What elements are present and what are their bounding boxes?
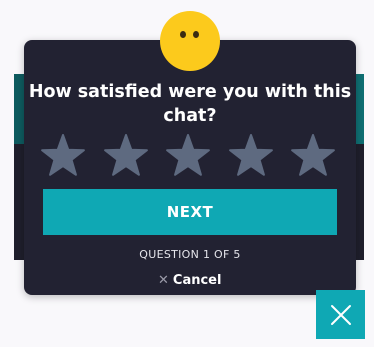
star-rating	[40, 132, 340, 178]
next-button[interactable]: NEXT	[43, 189, 337, 235]
question-progress: QUESTION 1 OF 5	[139, 248, 241, 261]
star-rating-5[interactable]	[290, 132, 336, 178]
star-icon	[166, 134, 210, 176]
close-icon: ✕	[158, 272, 169, 288]
cancel-button[interactable]: ✕ Cancel	[158, 271, 221, 289]
survey-question: How satisfied were you with this chat?	[28, 82, 352, 126]
star-rating-4[interactable]	[228, 132, 274, 178]
emoji-left-eye	[180, 31, 186, 38]
star-icon	[291, 134, 335, 176]
star-rating-1[interactable]	[40, 132, 86, 178]
star-icon	[41, 134, 85, 176]
cancel-label: Cancel	[172, 272, 222, 288]
close-widget-button[interactable]	[316, 290, 365, 339]
emoji-right-eye	[193, 31, 199, 38]
star-rating-2[interactable]	[103, 132, 149, 178]
star-icon	[103, 134, 148, 176]
close-icon	[330, 304, 351, 325]
star-rating-3[interactable]	[165, 132, 211, 178]
chat-widget-stage: How satisfied were you with this chat? N…	[0, 0, 374, 347]
neutral-face-emoji-icon	[160, 11, 220, 71]
star-icon	[228, 134, 273, 176]
